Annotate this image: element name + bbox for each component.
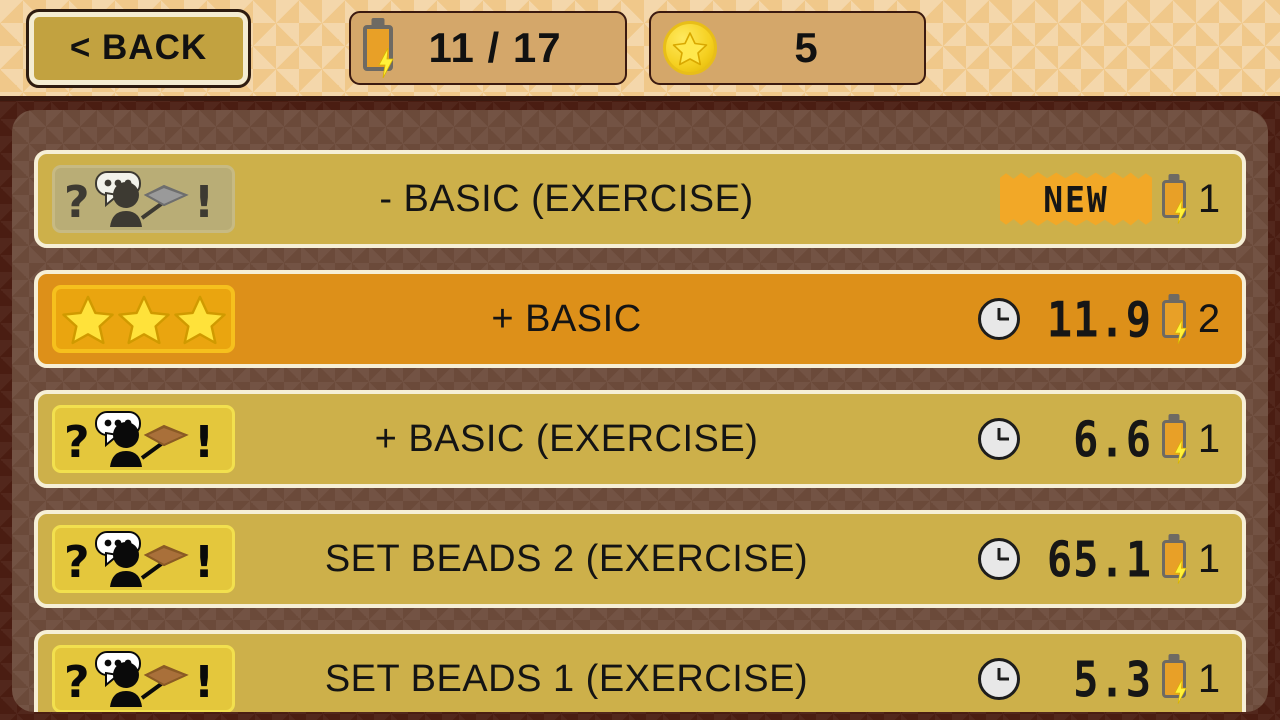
level-meta: NEW 1 xyxy=(908,171,1228,227)
battery-icon xyxy=(1162,180,1187,224)
tutorial-glyph: ? ! xyxy=(60,411,228,467)
level-meta: 6.6 1 xyxy=(908,411,1228,467)
header-bar: < BACK 11 / 17 5 xyxy=(0,0,1280,101)
battery-counter: 11 / 17 xyxy=(349,11,627,85)
level-cost-value: 1 xyxy=(1197,536,1221,581)
level-cost: 1 xyxy=(1162,416,1222,464)
level-title: - BASIC (EXERCISE) xyxy=(379,177,754,220)
clock-icon xyxy=(978,418,1020,460)
level-row-4[interactable]: ? ! SET BEADS 2 (EXERCISE) 65.1 1 xyxy=(34,510,1246,608)
game-screen: < BACK 11 / 17 5 ? ! - BASIC (EXERCISE) … xyxy=(0,0,1280,720)
level-row-2[interactable]: + BASIC 11.9 2 xyxy=(34,270,1246,368)
clock-icon xyxy=(978,298,1020,340)
level-title: + BASIC xyxy=(491,297,642,340)
tutorial-icon: ? ! xyxy=(52,405,235,473)
level-cost: 1 xyxy=(1162,176,1222,224)
level-cost-value: 2 xyxy=(1197,296,1221,341)
level-time-value: 6.6 xyxy=(1073,410,1152,468)
svg-text:!: ! xyxy=(194,537,214,587)
svg-text:?: ? xyxy=(64,417,90,467)
level-time: 11.9 xyxy=(978,291,1152,347)
level-meta: 5.3 1 xyxy=(908,651,1228,707)
svg-text:?: ? xyxy=(64,537,90,587)
svg-text:?: ? xyxy=(64,657,90,707)
level-cost: 1 xyxy=(1162,536,1222,584)
level-meta: 11.9 2 xyxy=(908,291,1228,347)
svg-text:?: ? xyxy=(64,177,90,227)
new-badge: NEW xyxy=(1000,171,1152,227)
svg-text:!: ! xyxy=(194,417,214,467)
level-cost-value: 1 xyxy=(1197,416,1221,461)
star-count-value: 5 xyxy=(794,24,819,71)
level-list-panel[interactable]: ? ! - BASIC (EXERCISE) NEW 1 + BASIC 11.… xyxy=(12,110,1268,712)
level-title: + BASIC (EXERCISE) xyxy=(374,417,759,460)
star-counter: 5 xyxy=(649,11,926,85)
clock-icon xyxy=(978,538,1020,580)
battery-count-value: 11 / 17 xyxy=(428,24,562,71)
three-stars-icon xyxy=(52,285,235,353)
level-time-value: 5.3 xyxy=(1073,650,1152,708)
battery-icon xyxy=(1162,300,1187,344)
level-time-value: 65.1 xyxy=(1046,530,1152,588)
back-button-label: < BACK xyxy=(69,28,208,67)
battery-icon xyxy=(1162,420,1187,464)
clock-icon xyxy=(978,658,1020,700)
level-cost: 1 xyxy=(1162,656,1222,704)
battery-icon xyxy=(1162,660,1187,704)
level-title: SET BEADS 2 (EXERCISE) xyxy=(324,537,809,580)
tutorial-completed-icon: ? ! xyxy=(52,165,235,233)
svg-text:!: ! xyxy=(194,177,214,227)
level-time: 6.6 xyxy=(978,411,1152,467)
svg-text:!: ! xyxy=(194,657,214,707)
stars-glyph xyxy=(61,293,227,345)
back-button[interactable]: < BACK xyxy=(26,8,251,88)
level-row-5[interactable]: ? ! SET BEADS 1 (EXERCISE) 5.3 1 xyxy=(34,630,1246,712)
level-cost-value: 1 xyxy=(1197,656,1221,701)
level-time: 65.1 xyxy=(978,531,1152,587)
level-cost-value: 1 xyxy=(1197,176,1221,221)
level-cost: 2 xyxy=(1162,296,1222,344)
level-meta: 65.1 1 xyxy=(908,531,1228,587)
level-row-3[interactable]: ? ! + BASIC (EXERCISE) 6.6 1 xyxy=(34,390,1246,488)
tutorial-glyph: ? ! xyxy=(60,531,228,587)
tutorial-icon: ? ! xyxy=(52,525,235,593)
level-time: 5.3 xyxy=(978,651,1152,707)
level-title: SET BEADS 1 (EXERCISE) xyxy=(324,657,809,700)
level-time-value: 11.9 xyxy=(1046,290,1152,348)
tutorial-glyph: ? ! xyxy=(60,171,228,227)
tutorial-glyph: ? ! xyxy=(60,651,228,707)
star-coin-icon xyxy=(663,21,717,75)
level-row-1[interactable]: ? ! - BASIC (EXERCISE) NEW 1 xyxy=(34,150,1246,248)
battery-icon xyxy=(363,25,394,78)
battery-icon xyxy=(1162,540,1187,584)
tutorial-icon: ? ! xyxy=(52,645,235,712)
new-badge-label: NEW xyxy=(1043,177,1109,221)
